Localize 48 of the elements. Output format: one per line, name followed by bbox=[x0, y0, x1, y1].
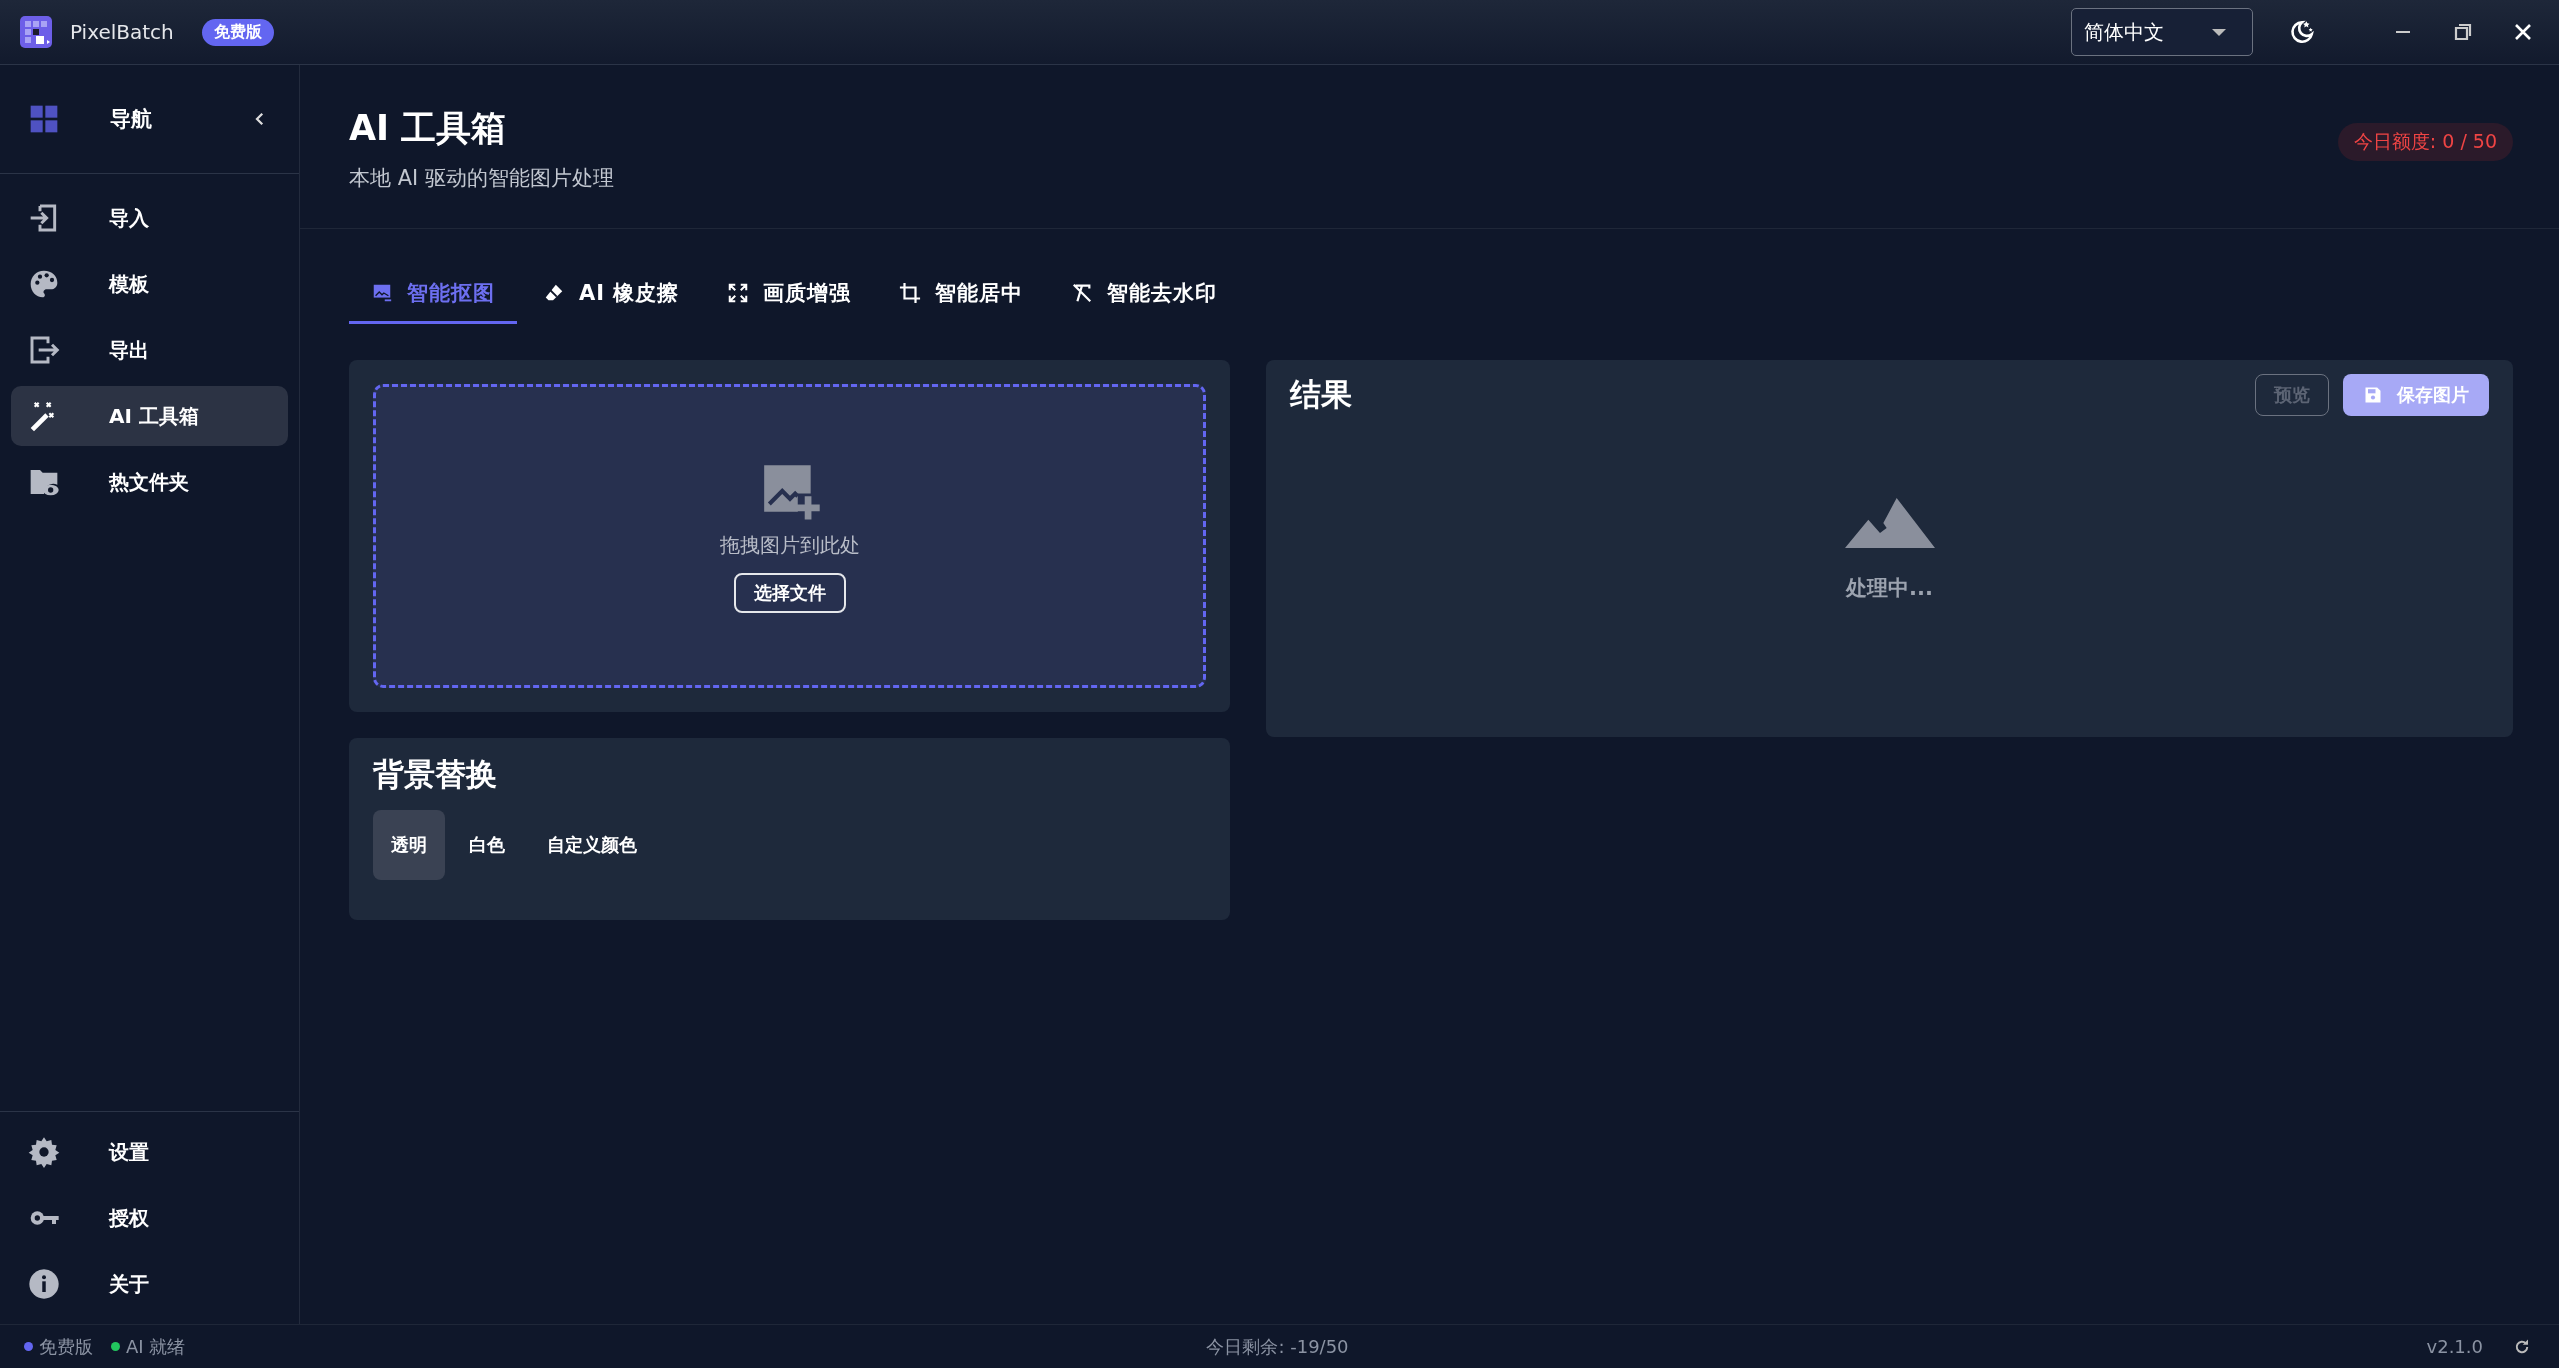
sidebar-item[interactable]: 模板 bbox=[11, 254, 288, 314]
logo-icon bbox=[20, 16, 52, 48]
crop-icon bbox=[899, 282, 922, 304]
mountain-icon bbox=[1844, 497, 1935, 548]
drop-hint: 拖拽图片到此处 bbox=[719, 531, 860, 559]
page-title: AI 工具箱 bbox=[349, 107, 508, 150]
plan-badge: 免费版 bbox=[201, 18, 274, 46]
tab[interactable]: 智能抠图 bbox=[349, 269, 517, 324]
moon-icon[interactable] bbox=[2289, 19, 2315, 45]
image-icon bbox=[371, 282, 393, 304]
status-label: 免费版 bbox=[39, 1334, 93, 1359]
expand-icon bbox=[727, 282, 750, 304]
clear-format-icon bbox=[1071, 282, 1094, 304]
grid-icon bbox=[28, 103, 60, 135]
status-label: AI 就绪 bbox=[126, 1334, 186, 1359]
language-select[interactable]: 简体中文 bbox=[2071, 8, 2253, 56]
export-icon bbox=[28, 334, 60, 366]
caret-icon bbox=[2212, 28, 2226, 36]
nav-title: 导航 bbox=[110, 106, 153, 133]
sidebar-item[interactable]: 导入 bbox=[11, 188, 288, 248]
card-title: 背景替换 bbox=[373, 755, 498, 794]
card-title: 结果 bbox=[1290, 375, 1352, 414]
sidebar-item[interactable]: 关于 bbox=[11, 1254, 288, 1314]
processing-status: 处理中... bbox=[1846, 574, 1933, 602]
sidebar-item[interactable]: AI 工具箱 bbox=[11, 386, 288, 446]
info-icon bbox=[28, 1268, 60, 1300]
background-option[interactable]: 自定义颜色 bbox=[529, 810, 655, 880]
tab[interactable]: 智能去水印 bbox=[1049, 269, 1240, 324]
tab[interactable]: AI 橡皮擦 bbox=[521, 269, 702, 324]
background-option[interactable]: 白色 bbox=[451, 810, 523, 880]
tab[interactable]: 智能居中 bbox=[877, 269, 1046, 324]
sidebar-item[interactable]: 热文件夹 bbox=[11, 452, 288, 512]
palette-icon bbox=[28, 268, 60, 300]
tab[interactable]: 画质增强 bbox=[705, 269, 874, 324]
sidebar-item[interactable]: 授权 bbox=[11, 1188, 288, 1248]
app-name: PixelBatch bbox=[70, 20, 174, 44]
page-subtitle: 本地 AI 驱动的智能图片处理 bbox=[349, 165, 614, 192]
sidebar-item[interactable]: 导出 bbox=[11, 320, 288, 380]
sidebar-item[interactable]: 设置 bbox=[11, 1122, 288, 1182]
drop-zone[interactable]: 拖拽图片到此处 选择文件 bbox=[373, 384, 1206, 688]
remaining-quota: 今日剩余: -19/50 bbox=[1206, 1334, 1349, 1359]
choose-file-button[interactable]: 选择文件 bbox=[733, 572, 846, 613]
settings-icon bbox=[28, 1136, 60, 1168]
background-option[interactable]: 透明 bbox=[373, 810, 445, 880]
refresh-icon[interactable] bbox=[2513, 1337, 2531, 1356]
version-label: v2.1.0 bbox=[2426, 1336, 2483, 1357]
quota-badge: 今日额度: 0 / 50 bbox=[2337, 123, 2513, 161]
floppy-icon bbox=[2363, 385, 2383, 405]
